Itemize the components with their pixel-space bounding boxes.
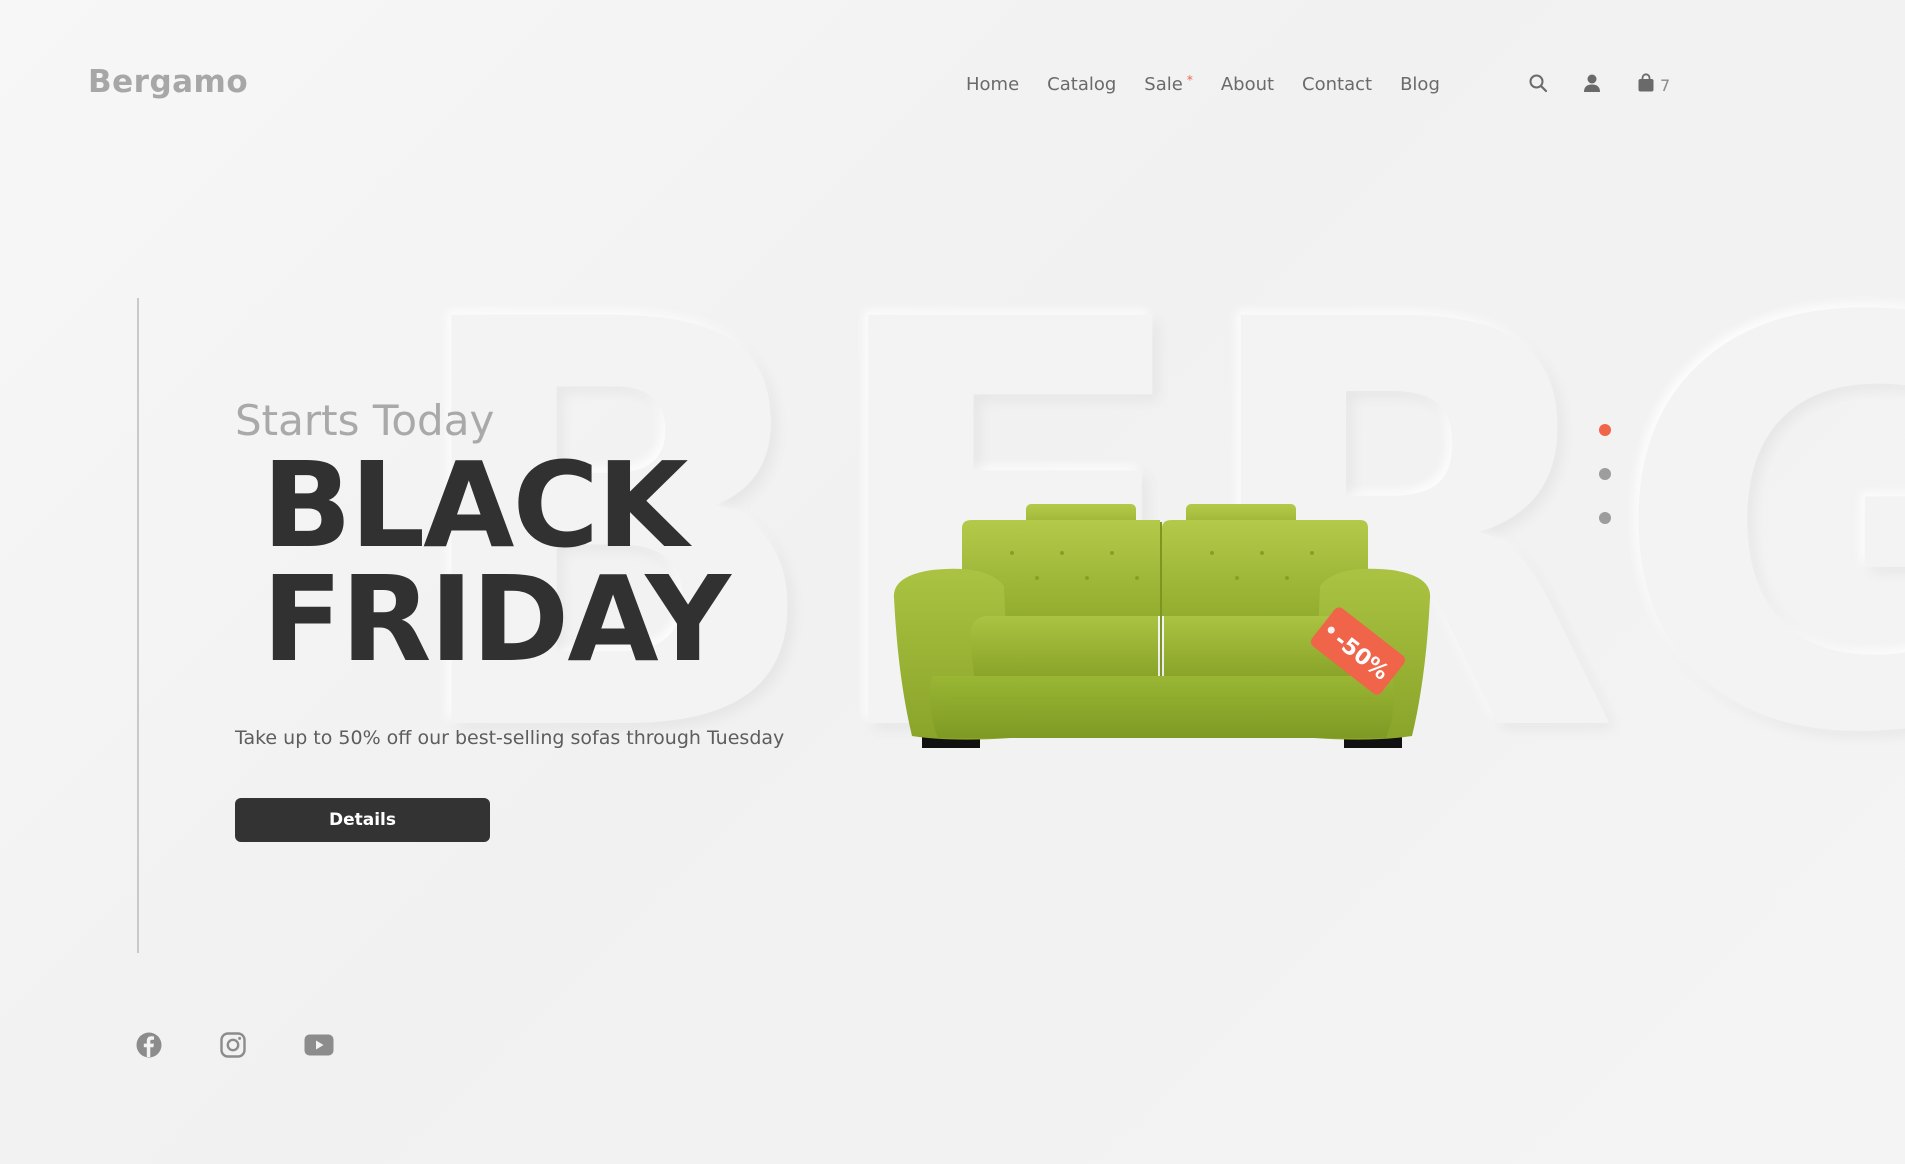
header-icons: 7 [1528, 70, 1670, 95]
headline-line-1: BLACK [262, 436, 688, 574]
instagram-icon[interactable] [220, 1032, 246, 1058]
nav-item-home[interactable]: Home [966, 74, 1019, 95]
cart-button[interactable]: 7 [1636, 70, 1670, 95]
hero-tagline: Take up to 50% off our best-selling sofa… [235, 727, 785, 749]
user-icon[interactable] [1582, 73, 1602, 93]
sofa-image: -50% [893, 504, 1431, 748]
social-links [136, 1032, 334, 1058]
facebook-icon[interactable] [136, 1032, 162, 1058]
brand-logo[interactable]: Bergamo [88, 64, 248, 100]
youtube-icon[interactable] [304, 1033, 334, 1057]
slider-dot-3[interactable] [1599, 512, 1611, 524]
nav-item-catalog[interactable]: Catalog [1047, 74, 1116, 95]
nav-item-sale-label: Sale [1144, 74, 1183, 95]
search-icon[interactable] [1528, 73, 1548, 93]
hero-headline: BLACK FRIDAY [262, 436, 731, 688]
nav-item-blog[interactable]: Blog [1400, 74, 1440, 95]
nav-item-sale[interactable]: Sale * [1144, 73, 1193, 95]
nav-item-contact[interactable]: Contact [1302, 74, 1372, 95]
page: BERG Bergamo Home Catalog Sale* About Co… [0, 0, 1905, 1164]
nav-item-about[interactable]: About [1221, 74, 1274, 95]
slider-dot-2[interactable] [1599, 468, 1611, 480]
details-button[interactable]: Details [235, 798, 490, 842]
left-divider-line [137, 298, 139, 953]
headline-line-2: FRIDAY [262, 550, 731, 688]
slider-pagination [1599, 424, 1611, 524]
sale-marker: * [1186, 73, 1193, 87]
cart-count: 7 [1660, 76, 1671, 95]
slider-dot-1[interactable] [1599, 424, 1611, 436]
main-nav: Home Catalog Sale * About Contact Blog [966, 73, 1440, 95]
shopping-bag-icon [1638, 72, 1654, 91]
